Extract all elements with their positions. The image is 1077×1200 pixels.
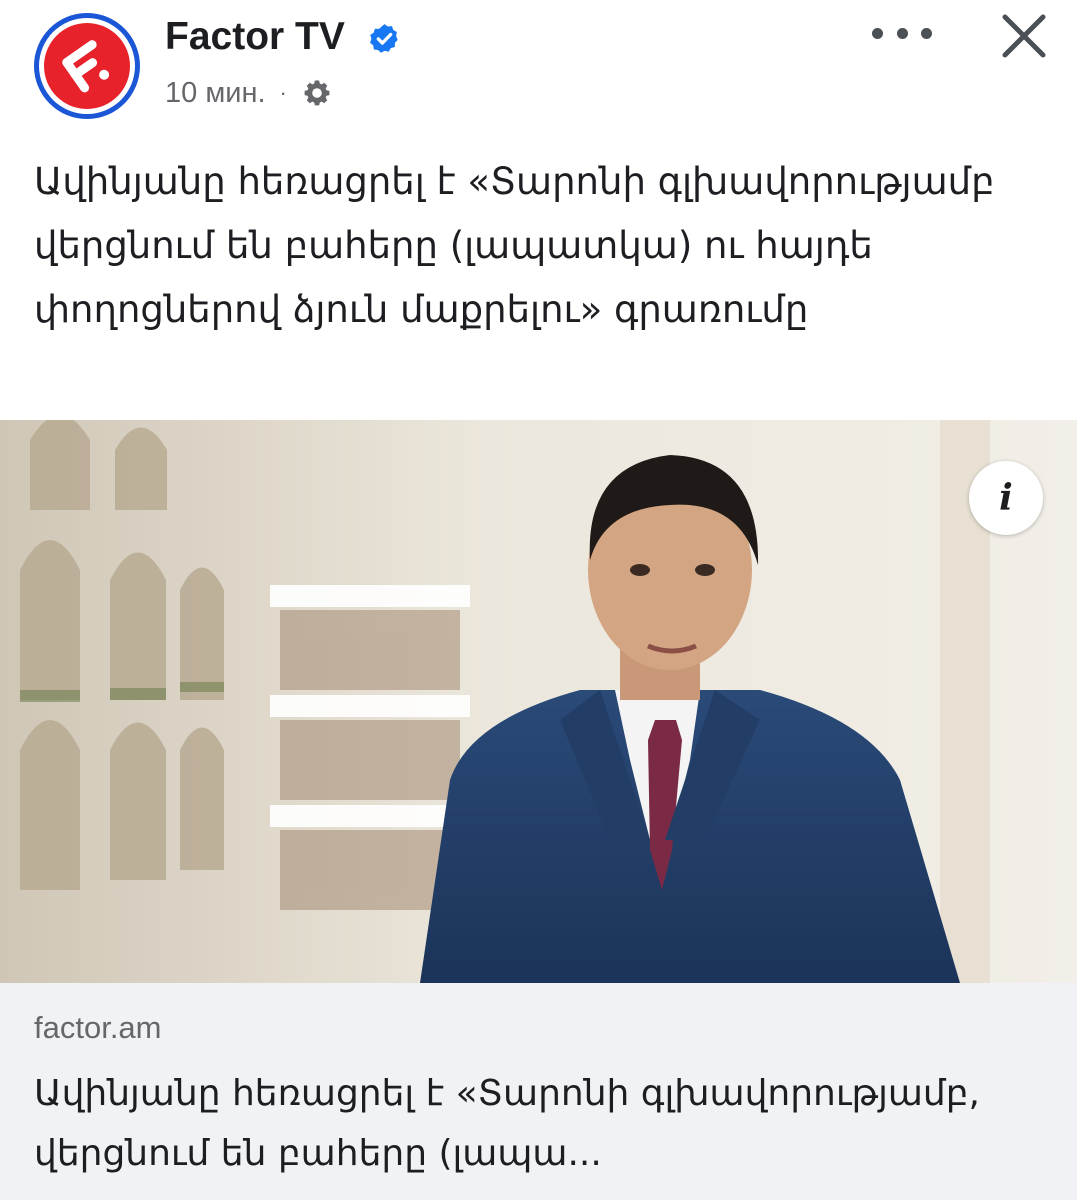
post-text: Ավինյանը հեռացրել է «Տարոնի գլխավորությա… [34,160,995,331]
facebook-post: Factor TV 10 мин. · Ավինյանը հեռացրել է … [0,0,1077,1200]
link-domain: factor.am [34,1010,162,1045]
gear-icon[interactable] [301,77,333,109]
page-name[interactable]: Factor TV [165,14,345,60]
more-dot [872,27,883,39]
factor-tv-logo-icon [44,23,130,109]
verified-badge-icon [370,24,398,53]
post-photo [0,420,1077,983]
more-dot [921,27,932,39]
more-dot [896,27,908,39]
post-image[interactable] [0,420,1077,983]
link-title[interactable]: Ավինյանը հեռացրել է «Տարոնի գլխավորությա… [34,1064,1044,1184]
close-icon[interactable] [996,8,1052,64]
post-time[interactable]: 10 мин. [165,77,266,110]
more-options-icon[interactable] [872,16,932,50]
post-meta: 10 мин. · [165,73,333,113]
avatar-ring [39,18,135,114]
meta-separator: · [279,80,287,105]
page-avatar[interactable] [34,13,140,119]
info-icon[interactable]: i [969,461,1043,535]
